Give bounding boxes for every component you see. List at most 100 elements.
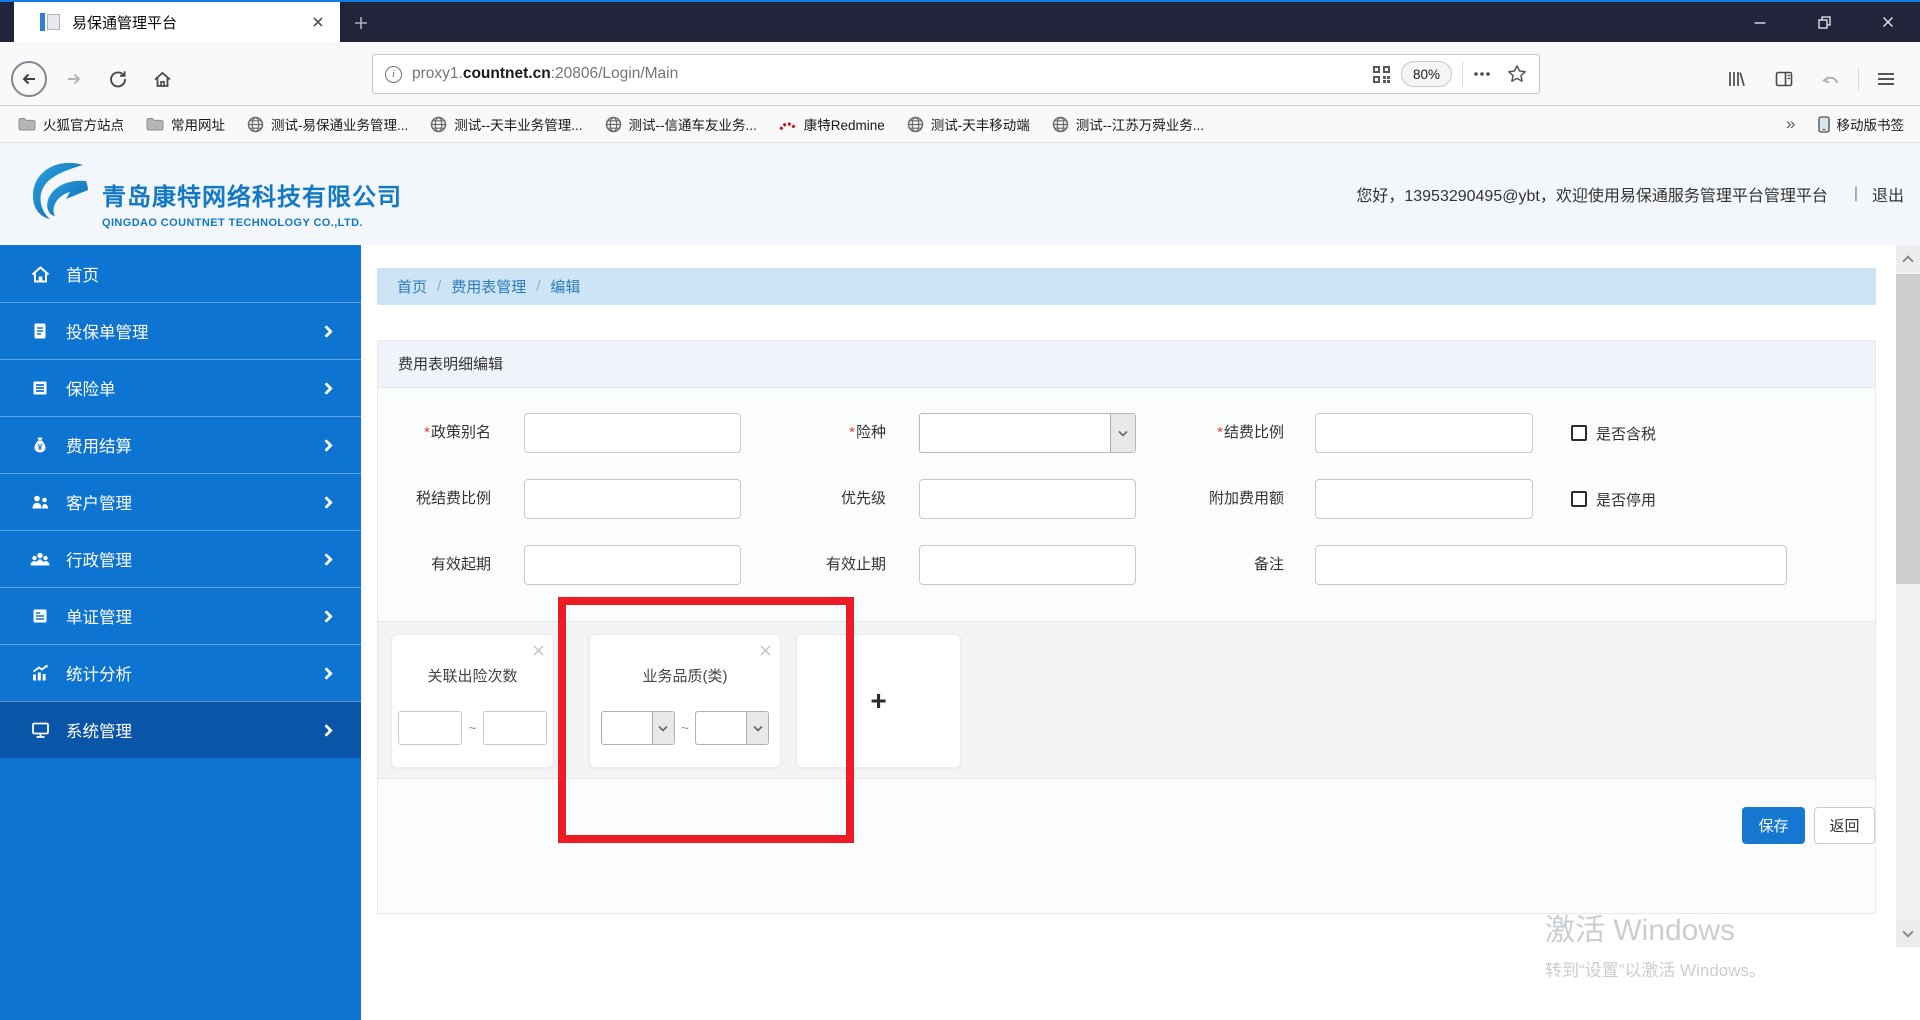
reload-icon [110,71,126,88]
undo-close-tab-button[interactable] [1812,61,1848,97]
sidebar-item-applications[interactable]: 投保单管理 [0,302,361,359]
forward-arrow-icon [68,73,81,85]
policy-alias-input[interactable] [524,413,741,453]
company-name-en: QINGDAO COUNTNET TECHNOLOGY CO.,LTD. [102,217,363,229]
tab-close-icon[interactable] [310,14,326,30]
sidebar-item-customers[interactable]: 客户管理 [0,473,361,530]
breadcrumb-home[interactable]: 首页 [397,276,427,297]
site-info-icon[interactable]: i [385,65,402,83]
content-scrollbar[interactable] [1896,245,1920,947]
close-button[interactable] [1856,2,1920,42]
chevron-right-icon [320,324,333,338]
bookmark-folder[interactable]: 常用网址 [146,114,225,134]
window-controls [1728,2,1920,42]
bookmark-folder[interactable]: 火狐官方站点 [18,114,124,134]
sidebar-toggle-button[interactable] [1766,61,1802,97]
bookmark-item[interactable]: 康特Redmine [779,114,885,134]
hamburger-icon [1878,73,1894,85]
bookmark-item[interactable]: 测试-天丰移动端 [907,114,1030,134]
bookmark-item[interactable]: 测试--江苏万舜业务... [1052,114,1204,134]
sidebar-item-administration[interactable]: 行政管理 [0,530,361,587]
home-button[interactable] [144,61,180,97]
tax-included-checkbox[interactable] [1571,425,1587,441]
menu-button[interactable] [1868,61,1904,97]
mobile-bookmarks-button[interactable]: 移动版书签 [1817,114,1904,134]
scrollbar-up-button[interactable] [1896,245,1920,272]
restore-icon [1817,15,1831,29]
back-button-form[interactable]: 返回 [1814,807,1875,844]
bookmarks-overflow-button[interactable]: » [1786,114,1795,134]
select-chevron-down-icon[interactable] [1110,414,1135,452]
new-tab-button[interactable] [348,10,374,36]
urlbar-divider [1462,62,1463,86]
library-button[interactable] [1718,61,1754,97]
bookmark-item[interactable]: 测试--天丰业务管理... [430,114,583,134]
forward-button[interactable] [56,61,92,97]
main-content: 首页 / 费用表管理 / 编辑 费用表明细编辑 *政策别名 *险种 *结费比例 … [361,245,1920,1020]
scrollbar-thumb[interactable] [1896,274,1920,584]
browser-tab[interactable]: 易保通管理平台 [14,2,340,42]
logout-link[interactable]: 退出 [1872,182,1904,206]
chevron-right-icon [320,723,333,737]
url-text: proxy1.countnet.cn:20806/Login/Main [412,65,679,82]
save-button[interactable]: 保存 [1742,807,1805,844]
url-bar[interactable]: i proxy1.countnet.cn:20806/Login/Main 80… [372,54,1540,94]
panel-title: 费用表明细编辑 [378,341,1875,388]
suspended-checkbox[interactable] [1571,491,1587,507]
library-icon [1729,72,1745,87]
folder-icon [146,118,164,131]
back-button[interactable] [11,61,47,97]
valid-from-input[interactable] [524,545,741,585]
label-priority: 优先级 [840,490,886,507]
insurance-type-select[interactable] [919,413,1136,453]
claim-count-min-input[interactable] [398,711,463,745]
tax-included-checkbox-group: 是否含税 [1571,413,1656,453]
restore-button[interactable] [1792,2,1856,42]
zoom-level-badge[interactable]: 80% [1400,61,1452,87]
qr-code-icon[interactable] [1372,65,1391,84]
sidebar-panel-icon [1775,71,1793,87]
greeting-divider: | [1853,185,1858,202]
label-remark: 备注 [1253,556,1284,573]
bookmark-item[interactable]: 测试--信通车友业务... [605,114,757,134]
tab-bar: 易保通管理平台 [0,2,1920,42]
bookmark-item[interactable]: 测试-易保通业务管理... [247,114,408,134]
card-close-icon[interactable] [533,643,544,661]
card-title: 关联出险次数 [427,668,518,685]
globe-icon [247,116,264,132]
chevron-right-icon [320,438,333,452]
claim-count-card: 关联出险次数 ~ [391,634,554,768]
tab-title: 易保通管理平台 [72,14,178,32]
scrollbar-down-button[interactable] [1896,920,1920,947]
settlement-ratio-input[interactable] [1315,413,1533,453]
additional-fee-input[interactable] [1315,479,1533,519]
globe-icon [431,116,447,132]
label-settlement-ratio: *结费比例 [1217,424,1284,441]
page-actions-icon[interactable] [1473,71,1491,77]
reload-button[interactable] [100,61,136,97]
tab-favicon-icon [40,13,60,31]
close-icon [1883,17,1893,27]
valid-to-input[interactable] [919,545,1136,585]
sidebar-item-home[interactable]: 首页 [0,245,361,302]
sidebar-nav: 首页 投保单管理 保险单 ¥ 费用结算 客户管理 行政管理 单证管理 统计分析 … [0,245,361,1020]
priority-input[interactable] [919,479,1136,519]
label-additional-fee: 附加费用额 [1208,490,1284,507]
sidebar-item-policies[interactable]: 保险单 [0,359,361,416]
user-greeting: 您好，13953290495@ybt，欢迎使用易保通服务管理平台管理平台 | 退… [1356,143,1904,245]
remark-input[interactable] [1315,545,1787,585]
sidebar-item-fee-settlement[interactable]: ¥ 费用结算 [0,416,361,473]
sidebar-item-system[interactable]: 系统管理 [0,701,361,758]
label-policy-alias: *政策别名 [424,424,491,441]
claim-count-max-input[interactable] [482,711,547,745]
bookmark-star-icon[interactable] [1507,64,1527,84]
minimize-button[interactable] [1728,2,1792,42]
breadcrumb-section[interactable]: 费用表管理 [451,276,526,297]
home-icon [28,264,52,284]
suspended-checkbox-group: 是否停用 [1571,479,1656,519]
windows-activation-watermark: 激活 Windows 转到“设置”以激活 Windows。 [1545,914,1767,980]
tax-settlement-ratio-input[interactable] [524,479,741,519]
label-insurance-type: *险种 [849,424,886,441]
sidebar-item-statistics[interactable]: 统计分析 [0,644,361,701]
sidebar-item-certificates[interactable]: 单证管理 [0,587,361,644]
